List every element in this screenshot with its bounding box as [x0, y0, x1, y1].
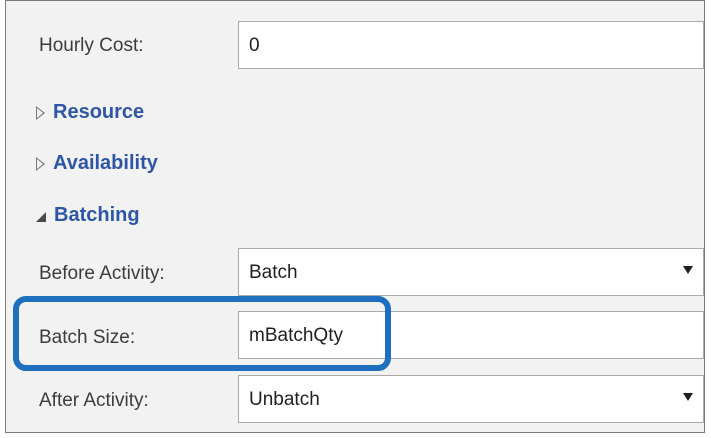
before-activity-value: Batch — [249, 262, 298, 283]
section-resource[interactable]: Resource — [36, 101, 144, 124]
after-activity-label: After Activity: — [39, 390, 149, 411]
section-resource-title: Resource — [53, 101, 145, 123]
hourly-cost-input[interactable]: 0 — [238, 21, 704, 69]
chevron-down-icon[interactable] — [683, 266, 693, 274]
chevron-down-icon[interactable] — [683, 393, 693, 401]
expand-arrow-icon — [36, 156, 45, 171]
batch-size-value: mBatchQty — [249, 325, 343, 346]
before-activity-select[interactable]: Batch — [238, 248, 704, 296]
section-availability-title: Availability — [53, 152, 158, 174]
after-activity-value: Unbatch — [249, 389, 320, 410]
collapse-arrow-icon — [36, 211, 46, 222]
before-activity-label: Before Activity: — [39, 263, 165, 284]
batch-size-input[interactable]: mBatchQty — [238, 311, 704, 359]
hourly-cost-value: 0 — [249, 35, 260, 56]
section-availability[interactable]: Availability — [36, 152, 158, 175]
section-batching[interactable]: Batching — [36, 204, 140, 227]
batch-size-label: Batch Size: — [39, 327, 136, 348]
properties-panel: Hourly Cost: 0 Resource Availability Bat… — [5, 0, 705, 433]
hourly-cost-label: Hourly Cost: — [39, 35, 144, 56]
expand-arrow-icon — [36, 105, 45, 120]
section-batching-title: Batching — [54, 204, 140, 226]
after-activity-select[interactable]: Unbatch — [238, 375, 704, 423]
